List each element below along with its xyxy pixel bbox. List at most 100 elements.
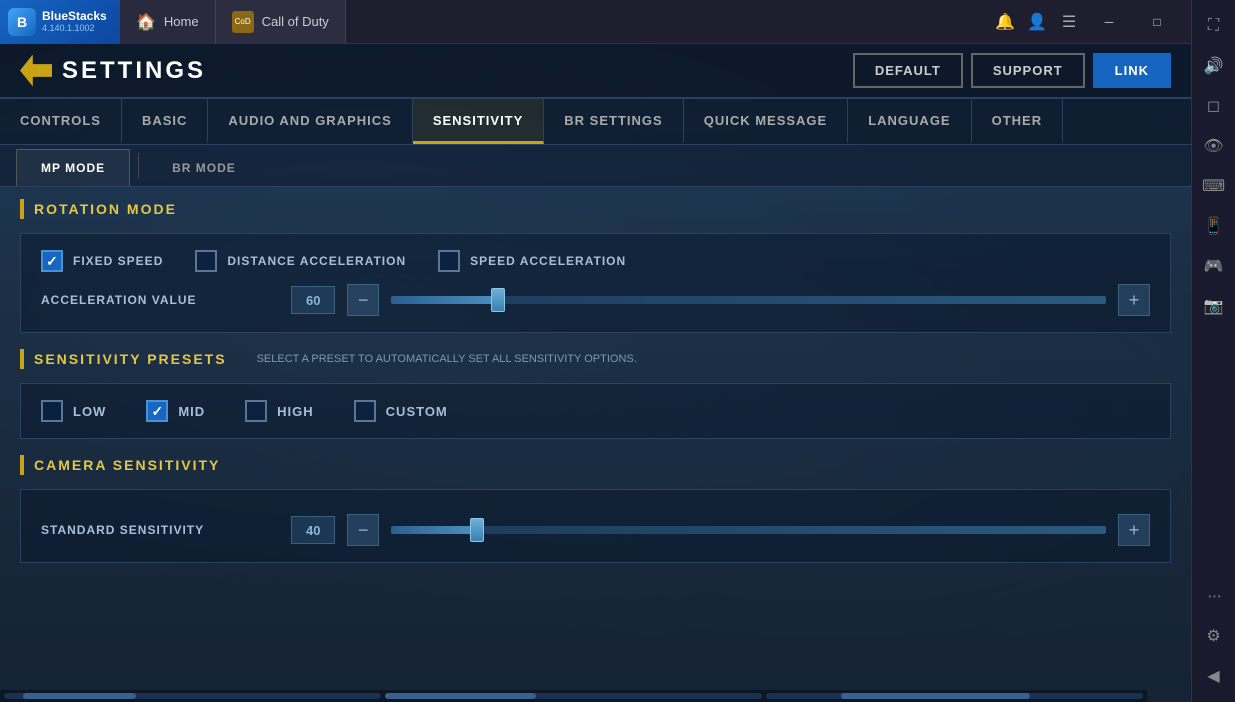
gamepad-icon[interactable]: 🎮 — [1196, 248, 1232, 284]
tab-language[interactable]: LANGUAGE — [848, 99, 971, 144]
standard-sensitivity-track[interactable] — [391, 526, 1106, 534]
preset-high-label: HIGH — [277, 404, 314, 419]
standard-sensitivity-value: 40 — [291, 516, 335, 544]
scroll-track-1[interactable] — [4, 693, 381, 699]
preset-low-checkbox[interactable] — [41, 400, 63, 422]
phone-icon[interactable]: 📱 — [1196, 208, 1232, 244]
camera-icon[interactable]: 📷 — [1196, 288, 1232, 324]
standard-sensitivity-thumb[interactable] — [470, 518, 484, 542]
logo-text: BlueStacks 4.140.1.1002 — [42, 9, 107, 34]
acceleration-slider-fill — [391, 296, 498, 304]
tab-sensitivity[interactable]: SENSITIVITY — [413, 99, 544, 144]
standard-sensitivity-plus-btn[interactable]: + — [1118, 514, 1150, 546]
preset-custom-label: CUSTOM — [386, 404, 448, 419]
sub-tab-mp-mode[interactable]: MP MODE — [16, 149, 130, 186]
acceleration-label: ACCELERATION VALUE — [41, 293, 279, 307]
support-button[interactable]: SUPPORT — [971, 53, 1085, 88]
settings-title: SETTINGS — [62, 57, 206, 85]
home-tab[interactable]: 🏠 Home — [120, 0, 216, 44]
scroll-thumb-3[interactable] — [841, 693, 1030, 699]
app-logo: B BlueStacks 4.140.1.1002 — [0, 0, 120, 44]
minimize-btn[interactable]: ─ — [1091, 12, 1127, 32]
menu-btn[interactable]: ☰ — [1059, 12, 1079, 32]
settings-icon[interactable]: ⚙ — [1196, 618, 1232, 654]
tab-br-settings[interactable]: BR SETTINGS — [544, 99, 683, 144]
cod-tab[interactable]: CoD Call of Duty — [216, 0, 346, 44]
standard-sensitivity-minus-btn[interactable]: − — [347, 514, 379, 546]
settings-back-btn[interactable]: SETTINGS — [20, 55, 206, 87]
section-bar-presets-icon — [20, 349, 24, 369]
tab-quick-message[interactable]: QUICK MESSAGE — [684, 99, 849, 144]
tab-other[interactable]: OTHER — [972, 99, 1064, 144]
presets-options-row: LOW MID HIGH CUSTOM — [41, 400, 1150, 422]
camera-sensitivity-section: CAMERA SENSITIVITY STANDARD SENSITIVITY … — [20, 455, 1171, 563]
fixed-speed-label: FIXED SPEED — [73, 254, 163, 268]
tabs-row: CONTROLS BASIC AUDIO AND GRAPHICS SENSIT… — [0, 99, 1191, 145]
acceleration-minus-btn[interactable]: − — [347, 284, 379, 316]
sensitivity-presets-title: SENSITIVITY PRESETS — [34, 351, 227, 367]
tab-basic[interactable]: BASIC — [122, 99, 208, 144]
speed-accel-item[interactable]: SPEED ACCELERATION — [438, 250, 626, 272]
preset-low-item[interactable]: LOW — [41, 400, 106, 422]
speed-accel-label: SPEED ACCELERATION — [470, 254, 626, 268]
keyboard-icon[interactable]: ⌨ — [1196, 168, 1232, 204]
account-btn[interactable]: 👤 — [1027, 12, 1047, 32]
main-content: SETTINGS DEFAULT SUPPORT LINK CONTROLS B… — [0, 44, 1191, 702]
tab-audio-graphics[interactable]: AUDIO AND GRAPHICS — [208, 99, 412, 144]
acceleration-slider-track[interactable] — [391, 296, 1106, 304]
acceleration-value-row: ACCELERATION VALUE 60 − + — [41, 284, 1150, 316]
settings-content: ROTATION MODE FIXED SPEED DISTANCE ACCEL… — [0, 187, 1191, 702]
preset-high-checkbox[interactable] — [245, 400, 267, 422]
rotation-mode-header: ROTATION MODE — [20, 199, 1171, 219]
default-button[interactable]: DEFAULT — [853, 53, 963, 88]
sensitivity-presets-section: SENSITIVITY PRESETS SELECT A PRESET TO A… — [20, 349, 1171, 439]
preset-custom-item[interactable]: CUSTOM — [354, 400, 448, 422]
camera-sensitivity-title: CAMERA SENSITIVITY — [34, 457, 220, 473]
section-bar-camera-icon — [20, 455, 24, 475]
sensitivity-presets-header: SENSITIVITY PRESETS SELECT A PRESET TO A… — [20, 349, 1171, 369]
preset-low-label: LOW — [73, 404, 106, 419]
scroll-track-2[interactable] — [385, 693, 762, 699]
preset-custom-checkbox[interactable] — [354, 400, 376, 422]
preset-mid-item[interactable]: MID — [146, 400, 205, 422]
rotation-options-row: FIXED SPEED DISTANCE ACCELERATION SPEED … — [41, 250, 1150, 272]
eye-icon[interactable]: 👁 — [1196, 128, 1232, 164]
standard-sensitivity-label: STANDARD SENSITIVITY — [41, 523, 279, 537]
home-icon: 🏠 — [136, 12, 156, 32]
fixed-speed-item[interactable]: FIXED SPEED — [41, 250, 163, 272]
preset-high-item[interactable]: HIGH — [245, 400, 314, 422]
more-icon[interactable]: ··· — [1196, 578, 1232, 614]
scroll-thumb-1[interactable] — [23, 693, 136, 699]
expand-icon[interactable]: ⛶ — [1196, 8, 1232, 44]
back-icon[interactable]: ◀ — [1196, 658, 1232, 694]
back-arrow-icon — [20, 55, 52, 87]
standard-sensitivity-fill — [391, 526, 477, 534]
acceleration-plus-btn[interactable]: + — [1118, 284, 1150, 316]
link-button[interactable]: LINK — [1093, 53, 1171, 88]
cod-icon: CoD — [232, 11, 254, 33]
sub-tab-divider — [138, 153, 139, 178]
sensitivity-presets-note: SELECT A PRESET TO AUTOMATICALLY SET ALL… — [257, 353, 637, 365]
restore-btn[interactable]: □ — [1139, 12, 1175, 32]
volume-icon[interactable]: 🔊 — [1196, 48, 1232, 84]
scroll-thumb-2[interactable] — [385, 693, 536, 699]
preset-mid-label: MID — [178, 404, 205, 419]
section-bar-icon — [20, 199, 24, 219]
bottom-scrollbar[interactable] — [0, 690, 1147, 702]
scroll-track-3[interactable] — [766, 693, 1143, 699]
distance-accel-checkbox[interactable] — [195, 250, 217, 272]
fixed-speed-checkbox[interactable] — [41, 250, 63, 272]
acceleration-slider-thumb[interactable] — [491, 288, 505, 312]
rotation-mode-section: ROTATION MODE FIXED SPEED DISTANCE ACCEL… — [20, 199, 1171, 333]
tab-controls[interactable]: CONTROLS — [0, 99, 122, 144]
preset-mid-checkbox[interactable] — [146, 400, 168, 422]
fullscreen-icon[interactable]: ◻ — [1196, 88, 1232, 124]
distance-accel-item[interactable]: DISTANCE ACCELERATION — [195, 250, 406, 272]
acceleration-value-display: 60 — [291, 286, 335, 314]
settings-header: SETTINGS DEFAULT SUPPORT LINK — [0, 44, 1191, 99]
notification-btn[interactable]: 🔔 — [995, 12, 1015, 32]
speed-accel-checkbox[interactable] — [438, 250, 460, 272]
sub-tabs: MP MODE BR MODE — [0, 145, 1191, 187]
sub-tab-br-mode[interactable]: BR MODE — [147, 149, 261, 186]
right-sidebar: ⛶ 🔊 ◻ 👁 ⌨ 📱 🎮 📷 ··· ⚙ ◀ — [1191, 0, 1235, 702]
